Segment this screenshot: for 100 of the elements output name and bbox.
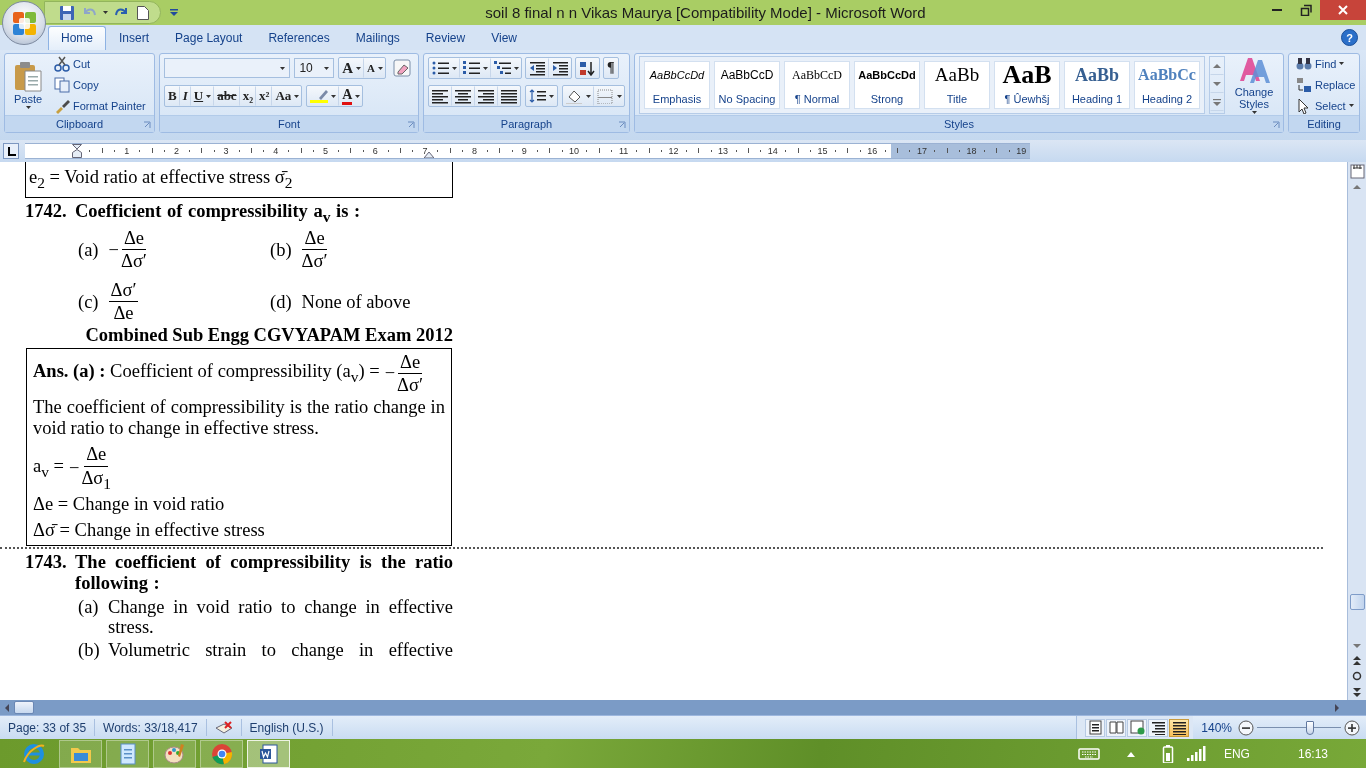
ruler-toggle-button[interactable] <box>1348 162 1366 181</box>
scroll-thumb[interactable] <box>14 701 34 714</box>
style-preview: AaBbCcD <box>792 66 842 83</box>
line-spacing-button[interactable] <box>525 85 558 107</box>
style-gallery-item[interactable]: AaBb Title <box>924 60 990 109</box>
view-button[interactable] <box>1085 718 1106 737</box>
dialog-launcher-icon[interactable] <box>1272 121 1280 129</box>
numbered-list-button[interactable] <box>460 58 491 78</box>
style-name: Emphasis <box>652 92 702 105</box>
paste-button[interactable]: Paste <box>9 57 47 112</box>
taskbar-app[interactable] <box>247 739 290 768</box>
dialog-launcher-icon[interactable] <box>618 121 626 129</box>
next-page-icon <box>1351 686 1363 698</box>
font-size-field[interactable]: 10 <box>294 58 335 78</box>
minus-sign: − <box>108 239 119 261</box>
shading-icon <box>566 88 583 104</box>
format-button[interactable]: x² <box>256 86 273 106</box>
style-gallery-item[interactable]: AaBbCc Heading 2 <box>1134 60 1200 109</box>
style-name: Title <box>946 92 968 105</box>
ribbon-tab[interactable]: Page Layout <box>162 26 256 50</box>
ruler-number: 19 <box>1016 145 1027 158</box>
indent-marker-icon[interactable] <box>72 144 82 158</box>
format-button[interactable]: I <box>179 86 191 106</box>
keyboard-icon[interactable] <box>1077 746 1100 761</box>
shading-button[interactable] <box>563 86 594 106</box>
sort-icon <box>579 60 596 76</box>
format-button[interactable]: abc <box>214 86 240 106</box>
font-name-field[interactable] <box>164 58 291 78</box>
align-center-button[interactable] <box>452 86 475 106</box>
caret-icon <box>549 94 554 98</box>
align-right-button[interactable] <box>475 86 498 106</box>
zoom-out-icon <box>1238 719 1254 736</box>
clear-formatting-button[interactable] <box>390 57 414 79</box>
ruler-number: 1 <box>124 145 130 158</box>
select-button[interactable]: Select <box>1293 95 1359 116</box>
show-formatting-marks-button[interactable]: ¶ <box>603 57 619 79</box>
customize-toolbar-icon[interactable] <box>169 7 179 18</box>
view-button[interactable] <box>1169 718 1190 737</box>
ribbon-tab[interactable]: Insert <box>106 26 163 50</box>
dialog-launcher-icon[interactable] <box>143 121 151 129</box>
ribbon-tab[interactable]: References <box>255 26 343 50</box>
zoom-level[interactable]: 140% <box>1193 720 1238 735</box>
align-left-button[interactable] <box>429 86 452 106</box>
language-indicator[interactable]: English (U.S.) <box>241 719 333 736</box>
find-button[interactable]: Find <box>1293 53 1359 74</box>
style-gallery-item[interactable]: AaB ¶ Ûewhšj <box>994 60 1060 109</box>
format-button[interactable]: Aa <box>272 86 302 106</box>
zoom-out-button[interactable] <box>1238 719 1254 736</box>
clipboard-button[interactable]: Cut <box>51 53 149 74</box>
help-button[interactable]: ? <box>1341 29 1358 46</box>
caret-icon <box>1348 104 1354 107</box>
ribbon-tab[interactable]: Home <box>48 26 106 50</box>
signal-icon[interactable] <box>1185 746 1206 761</box>
new-document-icon[interactable] <box>136 4 150 21</box>
page-count[interactable]: Page: 33 of 35 <box>0 719 96 736</box>
shrink-font-button[interactable]: A <box>364 58 385 78</box>
zoom-slider-thumb[interactable] <box>1305 720 1314 735</box>
bulleted-list-icon <box>432 60 449 76</box>
view-layout-icon <box>1108 720 1124 735</box>
ribbon-tab[interactable]: Mailings <box>342 26 413 50</box>
word-count[interactable]: Words: 33/18,417 <box>95 719 207 736</box>
fraction-denominator: Δe <box>113 302 134 325</box>
option-label: (b) <box>78 640 101 661</box>
tab-stop-selector[interactable] <box>3 143 19 159</box>
option-text: Volumetric strain to change in effective <box>108 640 453 661</box>
style-gallery-item[interactable]: AaBbCcDd Emphasis <box>644 60 710 109</box>
save-icon[interactable] <box>59 4 75 21</box>
format-button[interactable]: U <box>190 86 215 106</box>
style-gallery-item[interactable]: AaBbCcD ¶ Normal <box>784 60 850 109</box>
format-button[interactable]: B <box>165 86 180 106</box>
scroll-thumb[interactable] <box>1349 594 1365 610</box>
style-gallery-item[interactable]: AaBb Heading 1 <box>1064 60 1130 109</box>
view-button[interactable] <box>1148 718 1169 737</box>
style-gallery-item[interactable]: AaBbCcD No Spacing <box>714 60 780 109</box>
ribbon-tab[interactable]: Review <box>412 26 479 50</box>
caret-icon <box>452 66 457 70</box>
change-styles-button[interactable]: Change Styles <box>1229 52 1279 117</box>
ribbon-tab[interactable]: View <box>478 26 530 50</box>
highlight-button[interactable] <box>307 86 340 106</box>
borders-button[interactable] <box>594 86 624 106</box>
ruler-number: 14 <box>767 145 778 158</box>
grow-font-button[interactable]: A <box>339 58 365 78</box>
proofing-book-icon[interactable] <box>214 720 233 735</box>
zoom-in-button[interactable] <box>1344 719 1360 736</box>
style-preview: AaBbCcDd <box>858 67 916 83</box>
clipboard-button[interactable]: Copy <box>51 74 149 95</box>
group-label: Clipboard <box>55 118 104 130</box>
close-button[interactable] <box>1320 0 1366 20</box>
multilevel-list-icon <box>494 60 511 76</box>
style-gallery-item[interactable]: AaBbCcDd Strong <box>854 60 920 109</box>
minus-sign: − <box>69 457 80 479</box>
clipboard-button[interactable]: Format Painter <box>51 95 149 116</box>
format-button[interactable]: x₂ <box>239 86 257 106</box>
dialog-launcher-icon[interactable] <box>407 121 415 129</box>
right-indent-marker-icon[interactable] <box>424 150 434 158</box>
font-color-button[interactable]: A <box>339 86 363 106</box>
replace-button[interactable]: Replace <box>1293 74 1359 95</box>
decrease-indent-icon <box>529 60 546 76</box>
battery-icon[interactable] <box>1161 744 1174 763</box>
sort-button[interactable] <box>575 57 600 79</box>
